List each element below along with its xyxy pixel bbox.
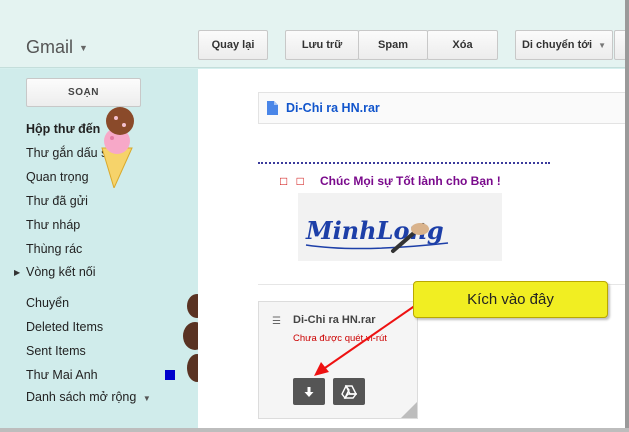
file-icon [267,101,278,115]
sidebar-item-important[interactable]: Quan trọng [26,170,89,184]
drive-icon [341,384,357,399]
spam-button[interactable]: Spam [358,30,428,60]
window-edge [625,0,629,432]
delete-button[interactable]: Xóa [427,30,498,60]
attachment-menu-icon[interactable]: ☰ [272,316,281,327]
compose-button-label: SOẠN [68,87,99,98]
placeholder-glyphs: □ □ [280,174,307,188]
callout-note: Kích vào đây [413,281,608,318]
greeting-text: Chúc Mọi sự Tốt lành cho Bạn ! [320,174,501,188]
dotted-divider [258,162,550,164]
sidebar-item-thu-mai-anh[interactable]: Thư Mai Anh [26,368,98,382]
archive-button-label: Lưu trữ [301,39,343,51]
spam-button-label: Spam [378,39,408,51]
sidebar-item-trash[interactable]: Thùng rác [26,242,82,256]
virus-scan-status: Chưa được quét vi-rút [293,333,387,344]
top-toolbar: Gmail ▼ Quay lại Lưu trữ Spam Xóa Di chu… [0,0,629,68]
chevron-down-icon: ▼ [79,42,88,53]
sidebar-item-more-label: Danh sách mở rộng [26,390,137,404]
sidebar-item-inbox[interactable]: Hộp thư đến [26,122,100,136]
sidebar-item-sent[interactable]: Thư đã gửi [26,194,88,208]
brand-label: Gmail [26,37,74,57]
delete-button-label: Xóa [452,39,473,51]
attachment-title: Di-Chi ra HN.rar [286,101,380,115]
attachment-card[interactable]: ☰ Di-Chi ra HN.rar Chưa được quét vi-rút [258,301,418,419]
chevron-down-icon: ▼ [598,40,607,50]
sidebar-item-deleted-items[interactable]: Deleted Items [26,320,103,334]
label-color-swatch [165,370,175,380]
sidebar-item-more[interactable]: Danh sách mở rộng ▼ [26,390,151,404]
back-button[interactable]: Quay lại [198,30,268,60]
move-to-button-label: Di chuyển tới [521,39,593,51]
ice-cream-decoration-icon [101,107,134,188]
sidebar-item-drafts[interactable]: Thư nháp [26,218,80,232]
signature-graphic: MinhLong [305,216,449,253]
expand-arrow-icon[interactable]: ▶ [14,268,20,277]
chevron-down-icon: ▼ [142,394,151,403]
card-fold-corner [401,402,417,418]
window-bottom-edge [0,428,629,432]
move-to-button[interactable]: Di chuyển tới ▼ [515,30,613,60]
sidebar-item-circles[interactable]: Vòng kết nối [26,265,96,279]
download-button[interactable] [293,378,325,405]
sidebar-item-chuyen[interactable]: Chuyển [26,296,69,310]
gmail-menu[interactable]: Gmail ▼ [26,37,88,58]
download-icon [304,386,314,397]
archive-button[interactable]: Lưu trữ [285,30,359,60]
save-to-drive-button[interactable] [333,378,365,405]
back-button-label: Quay lại [211,39,255,51]
sidebar-item-sent-items[interactable]: Sent Items [26,344,86,358]
callout-text: Kích vào đây [467,291,554,308]
attachment-header[interactable]: Di-Chi ra HN.rar [258,92,629,124]
attachment-card-name: Di-Chi ra HN.rar [293,314,376,326]
signature-image: MinhLong [298,193,502,261]
